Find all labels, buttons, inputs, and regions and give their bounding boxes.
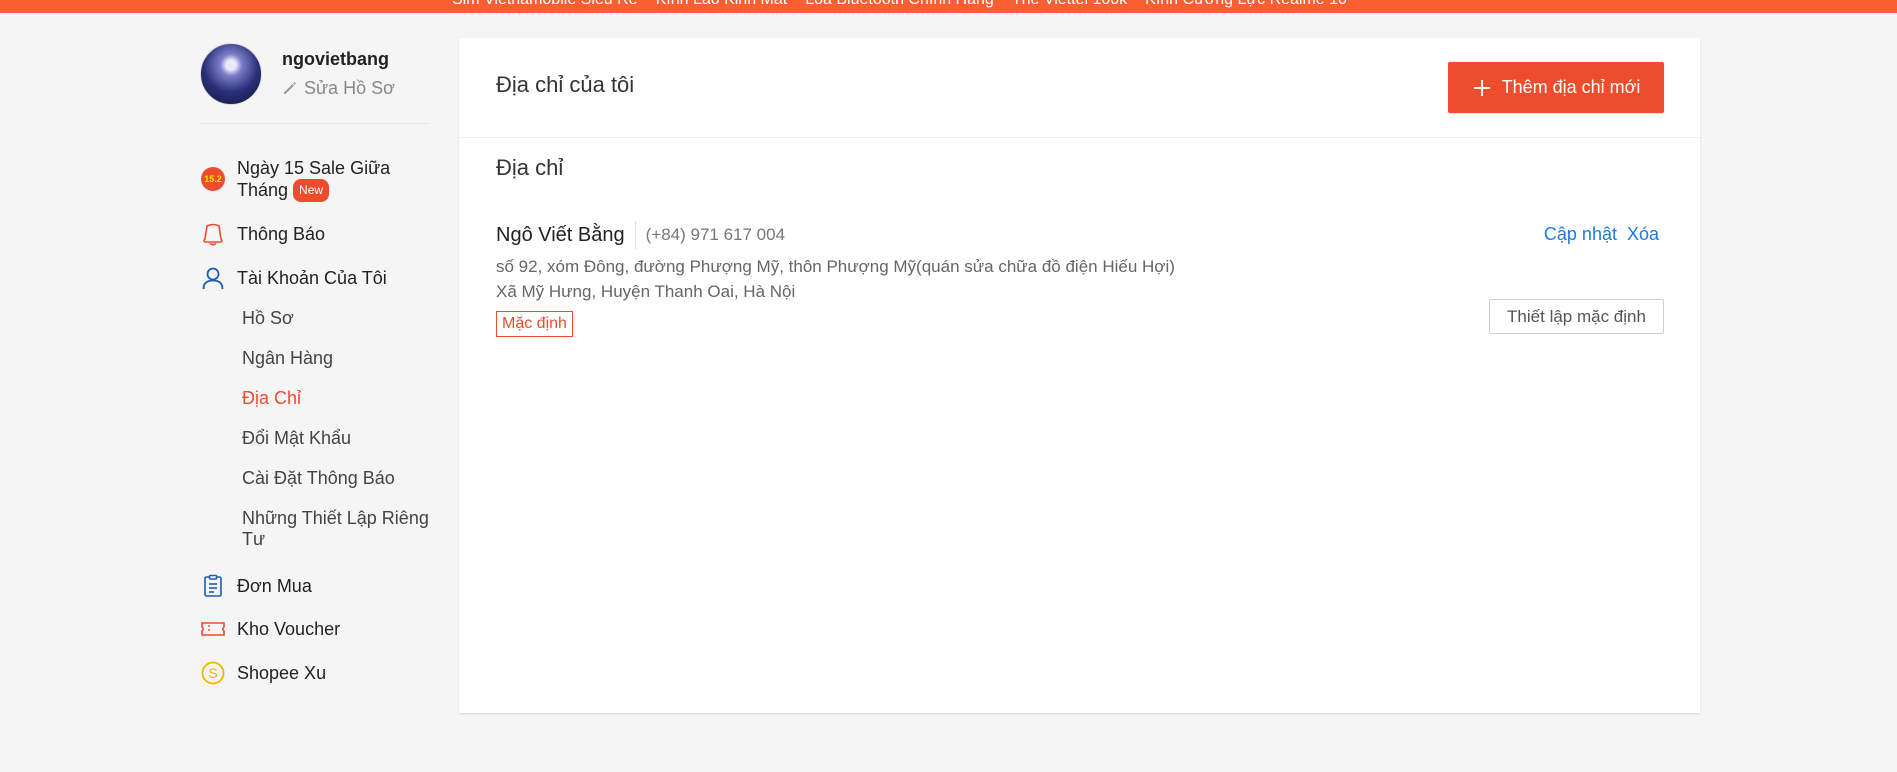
address-actions: Cập nhật Xóa	[1544, 224, 1659, 245]
section-title: Địa chỉ	[496, 155, 564, 180]
menu-item-vouchers-label: Kho Voucher	[237, 618, 341, 639]
set-default-button[interactable]: Thiết lập mặc định	[1489, 299, 1664, 334]
menu-item-coins-label: Shopee Xu	[237, 662, 327, 683]
clipboard-icon	[204, 574, 222, 597]
address-street: số 92, xóm Đông, đường Phượng Mỹ, thôn P…	[496, 257, 1175, 276]
submenu-item-profile[interactable]: Hồ Sơ	[242, 308, 430, 330]
top-link[interactable]: Kính Cường Lực Realme 10	[1145, 0, 1347, 9]
bell-icon	[203, 223, 223, 246]
submenu-item-bank[interactable]: Ngân Hàng	[242, 348, 430, 370]
sale-icon: 15.2	[200, 166, 226, 192]
edit-profile-label: Sửa Hồ Sơ	[304, 77, 395, 98]
address-phone: (+84) 971 617 004	[645, 225, 786, 244]
voucher-icon	[201, 622, 225, 636]
address-card: Địa chỉ của tôi Thêm địa chỉ mới Địa chỉ…	[459, 38, 1700, 713]
address-name: Ngô Viết Bằng	[496, 223, 625, 246]
edit-profile-link[interactable]: Sửa Hồ Sơ	[282, 78, 395, 99]
new-badge: New	[293, 179, 330, 202]
default-tag: Mặc định	[496, 311, 573, 337]
coin-icon: S	[201, 661, 225, 685]
pencil-icon	[284, 82, 296, 94]
plus-icon	[1473, 79, 1490, 96]
menu-item-notifications[interactable]: Thông Báo	[200, 221, 430, 247]
svg-text:S: S	[208, 665, 217, 681]
submenu-item-privacy-settings[interactable]: Những Thiết Lập Riêng Tư	[242, 508, 430, 550]
sale-badge: 15.2	[201, 167, 225, 191]
top-link[interactable]: Thẻ Viettel 100k	[1012, 0, 1127, 9]
divider	[634, 221, 636, 249]
submenu-item-address[interactable]: Địa Chỉ	[242, 388, 430, 410]
menu-item-notifications-label: Thông Báo	[237, 223, 326, 244]
update-address-link[interactable]: Cập nhật	[1544, 224, 1617, 245]
menu-item-coins[interactable]: S Shopee Xu	[200, 660, 430, 686]
profile-summary: ngovietbang Sửa Hồ Sơ	[200, 38, 430, 124]
delete-address-link[interactable]: Xóa	[1627, 224, 1659, 245]
top-header-links: Sim Vietnamobile Siêu Rẻ Kính Lão Kinh M…	[452, 0, 1347, 9]
address-item: Ngô Viết Bằng (+84) 971 617 004 số 92, x…	[496, 220, 1664, 337]
user-icon	[202, 267, 224, 290]
username: ngovietbang	[282, 48, 389, 69]
menu-item-account[interactable]: Tài Khoản Của Tôi	[200, 265, 430, 291]
top-header-bar: Sim Vietnamobile Siêu Rẻ Kính Lão Kinh M…	[0, 0, 1897, 13]
add-address-label: Thêm địa chỉ mới	[1501, 77, 1641, 97]
card-header: Địa chỉ của tôi Thêm địa chỉ mới	[459, 38, 1700, 138]
avatar[interactable]	[200, 42, 262, 105]
account-menu: 15.2 Ngày 15 Sale Giữa Tháng New Thông Bá…	[200, 158, 430, 686]
menu-item-vouchers[interactable]: Kho Voucher	[200, 616, 430, 642]
top-link[interactable]: Loa Bluetooth Chính Hãng	[805, 0, 994, 9]
add-address-button[interactable]: Thêm địa chỉ mới	[1448, 62, 1664, 113]
submenu-item-change-password[interactable]: Đổi Mật Khẩu	[242, 428, 430, 450]
menu-item-account-label: Tài Khoản Của Tôi	[237, 267, 387, 288]
top-link[interactable]: Sim Vietnamobile Siêu Rẻ	[452, 0, 638, 9]
sidebar: ngovietbang Sửa Hồ Sơ 15.2 Ngày 15 Sale …	[200, 38, 430, 686]
submenu-item-notification-settings[interactable]: Cài Đặt Thông Báo	[242, 468, 430, 490]
page-title: Địa chỉ của tôi	[496, 72, 635, 97]
address-contact: Ngô Viết Bằng (+84) 971 617 004	[496, 220, 1664, 250]
top-link[interactable]: Kính Lão Kinh Mắt	[656, 0, 788, 9]
menu-item-sale[interactable]: 15.2 Ngày 15 Sale Giữa Tháng New	[200, 158, 430, 208]
menu-item-orders[interactable]: Đơn Mua	[200, 573, 430, 599]
menu-item-orders-label: Đơn Mua	[237, 575, 312, 596]
